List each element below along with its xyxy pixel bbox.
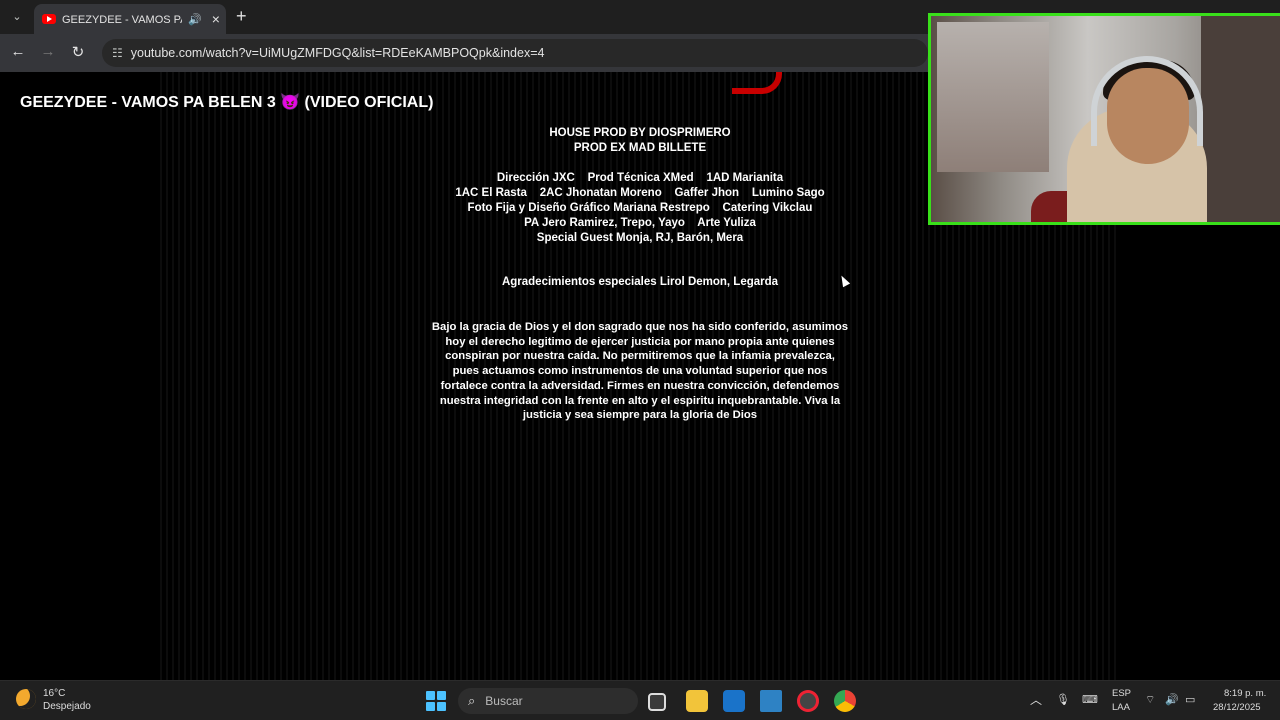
file-explorer-icon[interactable]: [686, 690, 708, 712]
paragraph-line: hoy el derecho legitimo de ejercer justi…: [445, 335, 835, 348]
wifi-icon[interactable]: ⌔: [1145, 693, 1155, 707]
clock-time[interactable]: 8:19 p. m.: [1224, 688, 1266, 699]
microphone-icon[interactable]: 🎙: [1056, 693, 1070, 706]
app-icon[interactable]: [797, 690, 819, 712]
input-layout[interactable]: LAA: [1112, 702, 1130, 713]
webcam-overlay: [928, 13, 1280, 225]
credits-top: HOUSE PROD BY DIOSPRIMERO PROD EX MAD BI…: [360, 126, 920, 156]
webcam-background: [1201, 16, 1280, 222]
keyboard-icon[interactable]: ⌨: [1082, 693, 1098, 706]
address-bar[interactable]: ☷ youtube.com/watch?v=UiMUgZMFDGQ&list=R…: [102, 39, 928, 67]
credit-line: Foto Fija y Diseño Gráfico Mariana Restr…: [467, 202, 813, 214]
volume-icon[interactable]: 🔊: [1165, 693, 1179, 706]
windows-taskbar: 16°C Despejado ⌕ Buscar ︿ 🎙 ⌨ ESP LAA ⌔ …: [0, 680, 1280, 720]
chrome-icon[interactable]: [834, 690, 856, 712]
site-info-icon[interactable]: ☷: [112, 46, 123, 60]
webcam-background: [937, 22, 1049, 172]
new-tab-button[interactable]: +: [236, 6, 247, 27]
tab-search-icon[interactable]: ⌄: [6, 6, 28, 28]
windows-start-icon[interactable]: [426, 691, 446, 711]
credit-line: Dirección JXC Prod Técnica XMed 1AD Mari…: [496, 172, 784, 184]
store-icon[interactable]: [723, 690, 745, 712]
speaker-icon[interactable]: 🔊: [188, 13, 202, 26]
credit-line: 1AC El Rasta 2AC Jhonatan Moreno Gaffer …: [455, 187, 825, 199]
youtube-favicon-icon: [42, 14, 56, 24]
battery-icon[interactable]: ▭: [1185, 693, 1195, 706]
moon-weather-icon[interactable]: [16, 689, 36, 709]
title-art-fragment: [450, 72, 810, 98]
forward-arrow-icon[interactable]: →: [38, 43, 58, 60]
search-icon: ⌕: [468, 693, 476, 708]
input-language[interactable]: ESP: [1112, 688, 1131, 699]
credit-line: HOUSE PROD BY DIOSPRIMERO: [549, 127, 731, 139]
credit-line: Special Guest Monja, RJ, Barón, Mera: [536, 232, 744, 244]
browser-tab[interactable]: GEEZYDEE - VAMOS PA BELEN 3 😈 (VIDEO OFI…: [34, 4, 226, 34]
credits-crew: Dirección JXC Prod Técnica XMed 1AD Mari…: [360, 171, 920, 246]
clock-date[interactable]: 28/12/2025: [1213, 702, 1261, 713]
back-arrow-icon[interactable]: ←: [8, 43, 28, 60]
tab-title: GEEZYDEE - VAMOS PA BELEN 3 😈 (VIDEO OFI…: [62, 13, 182, 26]
tray-chevron-icon[interactable]: ︿: [1030, 691, 1042, 708]
weather-desc[interactable]: Despejado: [43, 701, 91, 712]
credit-line: PA Jero Ramirez, Trepo, Yayo Arte Yuliza: [524, 217, 756, 229]
snipping-tool-icon[interactable]: [760, 690, 782, 712]
video-title: GEEZYDEE - VAMOS PA BELEN 3 😈 (VIDEO OFI…: [20, 94, 434, 111]
credit-line: PROD EX MAD BILLETE: [573, 142, 707, 154]
paragraph-line: justicia y sea siempre para la gloria de…: [522, 409, 758, 422]
paragraph-line: fortalece contra la adversidad. Firmes e…: [440, 379, 840, 392]
closing-paragraph: Bajo la gracia de Dios y el don sagrado …: [398, 320, 882, 423]
taskbar-search-input[interactable]: ⌕ Buscar: [458, 688, 638, 714]
task-view-icon[interactable]: [648, 693, 666, 711]
close-icon[interactable]: ×: [212, 11, 220, 27]
paragraph-line: pues actuamos como instrumentos de una v…: [452, 365, 828, 378]
paragraph-line: conspiran por nuestra caída. No permitir…: [445, 350, 835, 363]
special-thanks: Agradecimientos especiales Lirol Demon, …: [501, 276, 779, 288]
weather-temp[interactable]: 16°C: [43, 688, 65, 699]
reload-icon[interactable]: ↻: [68, 43, 88, 61]
url-text: youtube.com/watch?v=UiMUgZMFDGQ&list=RDE…: [130, 46, 545, 60]
paragraph-line: nuestra integridad con la frente en alto…: [439, 394, 841, 407]
paragraph-line: Bajo la gracia de Dios y el don sagrado …: [431, 321, 849, 333]
search-placeholder: Buscar: [485, 694, 523, 708]
